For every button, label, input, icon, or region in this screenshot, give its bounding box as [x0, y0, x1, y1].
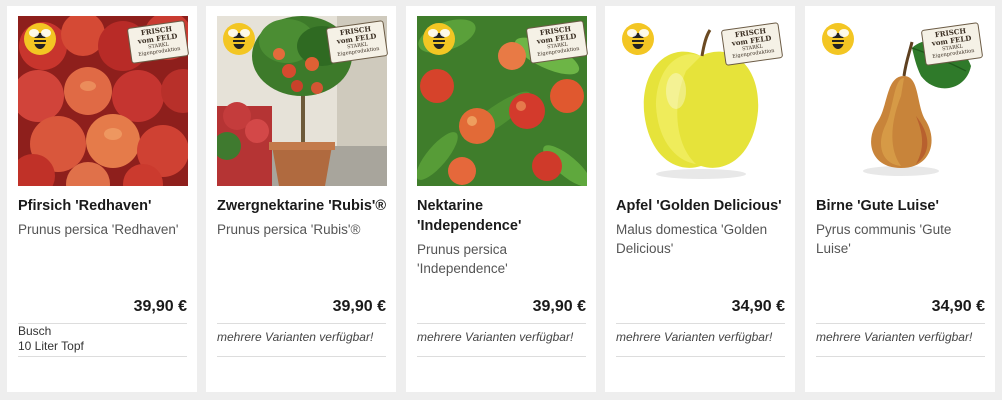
product-latin-name: Malus domestica 'Golden Delicious'	[616, 222, 768, 256]
product-title[interactable]: Nektarine 'Independence'	[417, 196, 557, 236]
bee-logo-icon	[223, 23, 255, 55]
product-price: 34,90 €	[731, 298, 785, 315]
variants-available-note: mehrere Varianten verfügbar!	[616, 330, 773, 344]
product-latin-name: Prunus persica 'Independence'	[417, 242, 508, 276]
product-card-pear-gute-luise[interactable]: FRISCH vom FELD STARKL Eigenproduktion B…	[805, 6, 995, 392]
variants-available-note: mehrere Varianten verfügbar!	[816, 330, 973, 344]
product-grid: FRISCH vom FELD STARKL Eigenproduktion P…	[0, 0, 1002, 400]
divider	[616, 356, 785, 357]
divider	[217, 323, 386, 324]
divider	[417, 356, 586, 357]
product-latin-name: Prunus persica 'Rubis'®	[217, 222, 361, 237]
product-card-peach-redhaven[interactable]: FRISCH vom FELD STARKL Eigenproduktion P…	[7, 6, 197, 392]
bee-logo-icon	[622, 23, 654, 55]
bee-logo-icon	[822, 23, 854, 55]
divider	[816, 323, 985, 324]
divider	[417, 323, 586, 324]
product-latin-name: Prunus persica 'Redhaven'	[18, 222, 179, 237]
product-form: Busch	[18, 324, 52, 338]
product-title[interactable]: Pfirsich 'Redhaven'	[18, 196, 190, 216]
product-card-apple-golden-delicious[interactable]: FRISCH vom FELD STARKL Eigenproduktion A…	[605, 6, 795, 392]
product-card-nectarine-independence[interactable]: FRISCH vom FELD STARKL Eigenproduktion N…	[406, 6, 596, 392]
bee-logo-icon	[24, 23, 56, 55]
product-price: 39,90 €	[133, 298, 187, 315]
bee-logo-icon	[423, 23, 455, 55]
product-price: 34,90 €	[931, 298, 985, 315]
product-title[interactable]: Apfel 'Golden Delicious'	[616, 196, 788, 216]
product-card-dwarf-nectarine-rubis[interactable]: FRISCH vom FELD STARKL Eigenproduktion Z…	[206, 6, 396, 392]
divider	[616, 323, 785, 324]
product-title[interactable]: Zwergnektarine 'Rubis'®	[217, 196, 389, 216]
divider	[816, 356, 985, 357]
product-price: 39,90 €	[532, 298, 586, 315]
product-title[interactable]: Birne 'Gute Luise'	[816, 196, 988, 216]
divider	[217, 356, 386, 357]
variants-available-note: mehrere Varianten verfügbar!	[217, 330, 374, 344]
product-price: 39,90 €	[332, 298, 386, 315]
product-pot-size: 10 Liter Topf	[18, 339, 84, 353]
variants-available-note: mehrere Varianten verfügbar!	[417, 330, 574, 344]
divider	[18, 356, 187, 357]
product-latin-name: Pyrus communis 'Gute Luise'	[816, 222, 952, 256]
